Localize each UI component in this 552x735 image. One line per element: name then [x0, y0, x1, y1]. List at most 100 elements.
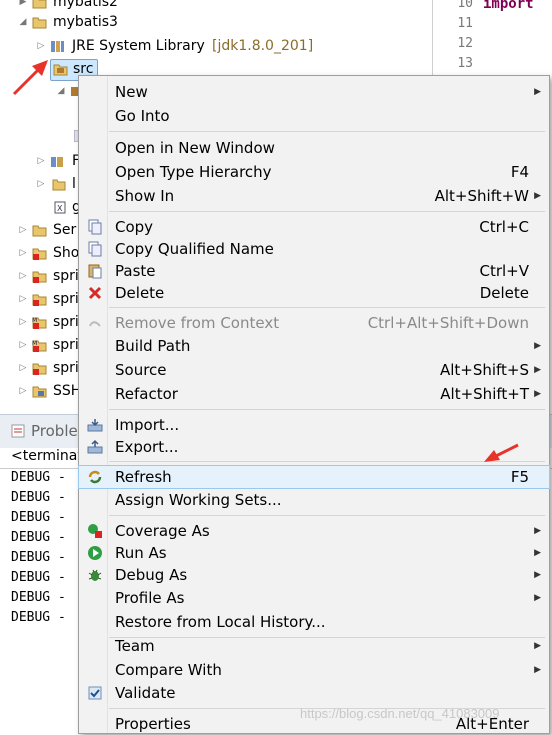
- jdk-version-label: [jdk1.8.0_201]: [212, 38, 314, 54]
- expand-arrow-icon[interactable]: ▷: [18, 380, 28, 403]
- library-icon: [51, 41, 64, 52]
- submenu-arrow-icon: ▶: [534, 548, 541, 558]
- menu-separator: [109, 409, 545, 410]
- menu-item-label: Remove from Context: [115, 314, 280, 332]
- debug-bug-icon: [88, 569, 102, 581]
- log-line: DEBUG -: [11, 570, 66, 585]
- tree-item-label: spri: [53, 314, 79, 330]
- menu-item-build-path[interactable]: Build Path ▶: [79, 335, 549, 357]
- tree-item-project[interactable]: ▷ M spri: [0, 334, 80, 357]
- tree-item-label: JRE System Library: [72, 38, 205, 54]
- maven-project-icon: M: [32, 317, 47, 329]
- menu-item-label: Export...: [115, 438, 179, 456]
- menu-separator: [109, 515, 545, 516]
- svg-text:M: M: [32, 317, 37, 324]
- tree-item-partial[interactable]: ▷ l: [0, 173, 80, 196]
- menu-item-compare-with[interactable]: Compare With ▶: [79, 659, 549, 681]
- expand-arrow-icon[interactable]: ▷: [36, 35, 46, 58]
- menu-item-export[interactable]: Export...: [79, 436, 549, 458]
- menu-item-label: Refactor: [115, 385, 178, 403]
- menu-item-assign-working-sets[interactable]: Assign Working Sets...: [79, 489, 549, 511]
- menu-item-label: Paste: [115, 262, 156, 280]
- menu-item-source[interactable]: Source Alt+Shift+S ▶: [79, 359, 549, 381]
- menu-item-show-in[interactable]: Show In Alt+Shift+W ▶: [79, 185, 549, 207]
- tree-item-project[interactable]: ▷ spri: [0, 288, 80, 311]
- expand-arrow-icon[interactable]: ▷: [36, 173, 46, 196]
- tab-problems[interactable]: Proble: [31, 422, 78, 440]
- menu-separator: [109, 211, 545, 212]
- log-line: DEBUG -: [11, 550, 66, 565]
- menu-item-label: Validate: [115, 684, 176, 702]
- menu-item-debug-as[interactable]: Debug As ▶: [79, 564, 549, 586]
- menu-item-restore-local-history[interactable]: Restore from Local History...: [79, 611, 549, 633]
- menu-item-open-new-window[interactable]: Open in New Window: [79, 137, 549, 159]
- menu-item-validate[interactable]: Validate: [79, 682, 549, 704]
- problems-icon: [11, 424, 25, 438]
- menu-item-label: Compare With: [115, 661, 222, 679]
- tree-item-project[interactable]: ▷ Ser: [0, 219, 80, 242]
- menu-item-copy[interactable]: Copy Ctrl+C: [79, 216, 549, 238]
- expand-arrow-icon[interactable]: ▷: [18, 288, 28, 311]
- submenu-arrow-icon: ▶: [534, 191, 541, 201]
- menu-item-refresh[interactable]: Refresh F5: [78, 465, 550, 489]
- menu-item-open-type-hierarchy[interactable]: Open Type Hierarchy F4: [79, 161, 549, 183]
- line-number: 13: [457, 56, 473, 71]
- menu-item-profile-as[interactable]: Profile As ▶: [79, 587, 549, 609]
- tree-item-project[interactable]: ▷ Sho: [0, 242, 80, 265]
- menu-item-shortcut: F5: [510, 468, 529, 486]
- menu-item-label: Build Path: [115, 337, 191, 355]
- copy-qualified-icon: [88, 241, 102, 257]
- tree-item-partial[interactable]: ▷ F: [0, 150, 81, 173]
- menu-item-paste[interactable]: Paste Ctrl+V: [79, 260, 549, 282]
- menu-item-go-into[interactable]: Go Into: [79, 105, 549, 127]
- paste-icon: [88, 264, 102, 279]
- collapse-arrow-icon[interactable]: ◢: [18, 11, 28, 34]
- expand-arrow-icon[interactable]: ▷: [36, 150, 46, 173]
- submenu-arrow-icon: ▶: [534, 570, 541, 580]
- submenu-arrow-icon: ▶: [534, 526, 541, 536]
- tree-item-project[interactable]: ▷ SSH: [0, 380, 82, 403]
- annotation-arrow-icon: [12, 60, 48, 96]
- log-line: DEBUG -: [11, 470, 66, 485]
- expand-arrow-icon[interactable]: ▷: [18, 242, 28, 265]
- log-line: DEBUG -: [11, 610, 66, 625]
- menu-item-label: Copy: [115, 218, 154, 236]
- submenu-arrow-icon: ▶: [534, 641, 541, 651]
- menu-item-copy-qualified-name[interactable]: Copy Qualified Name: [79, 238, 549, 260]
- expand-arrow-icon[interactable]: ▷: [18, 219, 28, 242]
- menu-item-shortcut: Alt+Shift+T: [440, 385, 529, 403]
- menu-item-shortcut: Alt+Shift+S: [439, 361, 529, 379]
- tree-item-partial[interactable]: X g: [0, 196, 81, 219]
- expand-arrow-icon[interactable]: ▷: [18, 265, 28, 288]
- project-folder-icon: [32, 17, 47, 29]
- menu-item-shortcut: F4: [510, 163, 529, 181]
- tree-item-project[interactable]: ▷ spri: [0, 357, 80, 380]
- menu-item-coverage-as[interactable]: Coverage As ▶: [79, 520, 549, 542]
- menu-separator: [109, 461, 545, 462]
- refresh-icon: [88, 470, 102, 484]
- submenu-arrow-icon: ▶: [534, 87, 541, 97]
- export-icon: [87, 439, 103, 454]
- menu-item-import[interactable]: Import...: [79, 414, 549, 436]
- submenu-arrow-icon: ▶: [534, 365, 541, 375]
- tree-item-jre-library[interactable]: ▷ JRE System Library [jdk1.8.0_201]: [0, 35, 430, 58]
- tree-item-project[interactable]: ▷ M spri: [0, 311, 80, 334]
- expand-arrow-icon[interactable]: ▷: [18, 311, 28, 334]
- menu-item-run-as[interactable]: Run As ▶: [79, 542, 549, 564]
- menu-item-team[interactable]: Team ▶: [79, 635, 549, 657]
- expand-arrow-icon[interactable]: ▷: [18, 357, 28, 380]
- code-keyword: import: [483, 0, 534, 12]
- import-icon: [87, 419, 103, 432]
- menu-item-new[interactable]: New ▶: [79, 81, 549, 103]
- tree-item-project[interactable]: ▷ spri: [0, 265, 80, 288]
- collapse-arrow-icon[interactable]: ◢: [56, 80, 66, 103]
- tree-item-mybatis3[interactable]: ◢ mybatis3: [0, 11, 430, 34]
- coverage-icon: [88, 524, 102, 538]
- menu-item-label: Profile As: [115, 589, 185, 607]
- menu-item-shortcut: Alt+Shift+W: [434, 187, 529, 205]
- menu-item-delete[interactable]: Delete Delete: [79, 282, 549, 304]
- menu-item-label: Debug As: [115, 566, 188, 584]
- expand-arrow-icon[interactable]: ▷: [18, 334, 28, 357]
- menu-item-refactor[interactable]: Refactor Alt+Shift+T ▶: [79, 383, 549, 405]
- line-number: 12: [457, 36, 473, 51]
